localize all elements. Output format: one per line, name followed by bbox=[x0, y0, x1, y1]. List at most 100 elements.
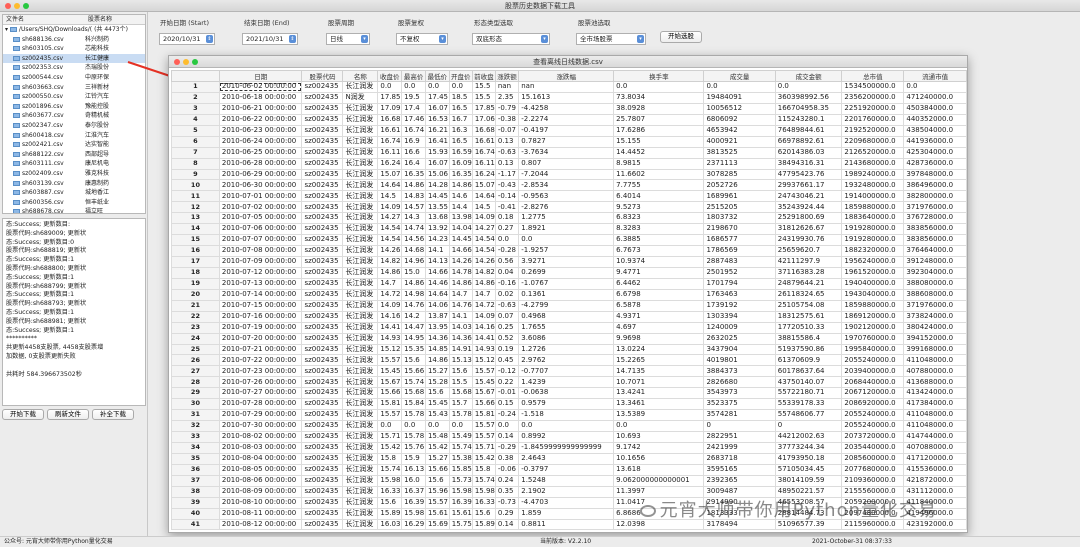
table-cell[interactable]: 15.6 bbox=[448, 365, 473, 378]
table-cell[interactable]: sz002435 bbox=[301, 113, 344, 126]
table-cell[interactable]: 2085600000.0 bbox=[841, 452, 905, 465]
table-cell[interactable]: 13.0224 bbox=[613, 343, 705, 356]
table-cell[interactable]: 388080000.0 bbox=[903, 277, 967, 290]
table-cell[interactable]: 14.26 bbox=[448, 256, 473, 268]
row-number[interactable]: 9 bbox=[171, 168, 220, 181]
table-cell[interactable]: 14.27 bbox=[377, 212, 403, 225]
table-cell[interactable]: 383856000.0 bbox=[903, 234, 967, 247]
table-cell[interactable]: 长江润发 bbox=[342, 398, 379, 411]
row-number[interactable]: 34 bbox=[171, 441, 220, 454]
table-cell[interactable]: sz002435 bbox=[301, 420, 344, 432]
row-number[interactable]: 23 bbox=[171, 321, 220, 334]
table-cell[interactable]: 1786569 bbox=[703, 245, 776, 257]
table-cell[interactable]: 18312575.61 bbox=[774, 310, 843, 323]
table-cell[interactable]: 1859880000.0 bbox=[841, 201, 905, 214]
table-cell[interactable]: 14.54 bbox=[377, 223, 403, 236]
table-cell[interactable]: 0.0 bbox=[424, 420, 450, 432]
table-cell[interactable]: 3574281 bbox=[703, 409, 776, 422]
table-cell[interactable]: 2067120000.0 bbox=[841, 387, 905, 400]
table-cell[interactable]: 15.42 bbox=[471, 452, 496, 465]
table-cell[interactable]: sz002435 bbox=[301, 518, 344, 531]
table-cell[interactable]: 16.29 bbox=[401, 518, 426, 531]
table-cell[interactable]: 1961520000.0 bbox=[841, 266, 905, 279]
table-cell[interactable]: sz002435 bbox=[301, 398, 344, 411]
table-cell[interactable]: 15.35 bbox=[401, 343, 426, 356]
table-cell[interactable]: 2371113 bbox=[703, 157, 776, 170]
table-row[interactable]: 4 2010-06-22 00:00:00 sz002435 长江润发 16.68 17.… bbox=[171, 113, 967, 126]
table-cell[interactable]: 9.062000000000001 bbox=[613, 474, 705, 487]
table-cell[interactable]: 0.19 bbox=[494, 343, 520, 356]
table-row[interactable]: 11 2010-07-01 00:00:00 sz002435 长江润发 14.5 14.… bbox=[171, 190, 967, 203]
table-cell[interactable]: 14.76 bbox=[448, 299, 473, 312]
table-cell[interactable]: 440352000.0 bbox=[903, 113, 967, 126]
table-cell[interactable]: 13.618 bbox=[613, 463, 705, 476]
row-number[interactable]: 7 bbox=[171, 146, 220, 159]
table-cell[interactable]: 2010-08-09 00:00:00 bbox=[218, 485, 303, 498]
table-cell[interactable]: 0.0 bbox=[377, 81, 403, 93]
table-cell[interactable]: 长江润发 bbox=[342, 518, 379, 531]
table-cell[interactable]: N润发 bbox=[342, 91, 379, 104]
table-cell[interactable]: 14.46 bbox=[424, 277, 450, 290]
table-cell[interactable]: 380424000.0 bbox=[903, 321, 967, 334]
table-cell[interactable]: 376728000.0 bbox=[903, 212, 967, 225]
table-cell[interactable]: 2010-07-01 00:00:00 bbox=[218, 190, 303, 203]
table-cell[interactable]: sz002435 bbox=[301, 288, 344, 301]
close-window-icon[interactable] bbox=[174, 59, 180, 65]
table-cell[interactable]: 17.85 bbox=[471, 102, 496, 115]
row-number[interactable]: 37 bbox=[171, 474, 220, 487]
row-number[interactable]: 26 bbox=[171, 354, 220, 367]
table-cell[interactable]: 14.16 bbox=[377, 310, 403, 323]
start-select-button[interactable]: 开始选股 bbox=[660, 31, 702, 43]
table-cell[interactable]: 2010-06-29 00:00:00 bbox=[218, 168, 303, 181]
table-cell[interactable]: 0.0 bbox=[903, 81, 967, 93]
table-cell[interactable]: 0.9579 bbox=[518, 398, 615, 411]
table-cell[interactable]: 14.76 bbox=[401, 299, 426, 312]
table-cell[interactable]: 长江润发 bbox=[342, 420, 379, 432]
table-cell[interactable]: 15.45 bbox=[471, 376, 496, 389]
table-cell[interactable]: 2055240000.0 bbox=[841, 420, 905, 432]
table-cell[interactable]: 2010-08-06 00:00:00 bbox=[218, 474, 303, 487]
table-cell[interactable]: 6.6798 bbox=[613, 288, 705, 301]
table-cell[interactable]: -0.0638 bbox=[518, 387, 615, 400]
table-cell[interactable]: 399168000.0 bbox=[903, 343, 967, 356]
table-cell[interactable]: 2010-07-06 00:00:00 bbox=[218, 223, 303, 236]
table-cell[interactable]: 1956240000.0 bbox=[841, 256, 905, 268]
table-cell[interactable]: 0.04 bbox=[494, 266, 520, 279]
data-viewer-window[interactable]: 查看离线日线数据.csv 日期 股票代码 名称 收盘价 最高价 最低价 开盘价 前收盘 涨跌额涨… bbox=[168, 55, 968, 533]
table-cell[interactable]: 15.48 bbox=[424, 431, 450, 443]
table-cell[interactable]: 16.9 bbox=[401, 135, 426, 148]
table-cell[interactable]: 60178637.64 bbox=[774, 365, 843, 378]
table-cell[interactable]: 0.7827 bbox=[518, 135, 615, 148]
table-cell[interactable]: 2010-06-18 00:00:00 bbox=[218, 91, 303, 104]
table-cell[interactable]: 16.39 bbox=[401, 496, 426, 509]
table-cell[interactable]: 14.09 bbox=[377, 299, 403, 312]
table-cell[interactable]: 414744000.0 bbox=[903, 431, 967, 443]
start-date-field[interactable]: 2020/10/31 ⇕ bbox=[159, 33, 215, 45]
table-cell[interactable]: 16.35 bbox=[448, 168, 473, 181]
table-cell[interactable]: 15.73 bbox=[448, 474, 473, 487]
table-cell[interactable]: 2010-07-16 00:00:00 bbox=[218, 310, 303, 323]
table-cell[interactable]: 16.13 bbox=[401, 463, 426, 476]
table-cell[interactable]: 16.68 bbox=[377, 113, 403, 126]
table-cell[interactable]: 2010-07-21 00:00:00 bbox=[218, 343, 303, 356]
table-cell[interactable]: 2201760000.0 bbox=[841, 113, 905, 126]
full-download-button[interactable]: 补全下载 bbox=[92, 409, 134, 420]
table-cell[interactable]: 长江润发 bbox=[342, 310, 379, 323]
file-tree-item[interactable]: sh603139.csv 康惠制药 bbox=[3, 179, 145, 189]
table-cell[interactable]: 0.0 bbox=[494, 234, 520, 247]
table-cell[interactable]: 73.8034 bbox=[613, 91, 705, 104]
column-header[interactable]: 换手率 bbox=[613, 70, 705, 82]
table-cell[interactable]: 0.0 bbox=[377, 420, 403, 432]
table-cell[interactable]: 471240000.0 bbox=[903, 91, 967, 104]
file-tree-item[interactable]: sz001896.csv 豫能控股 bbox=[3, 102, 145, 112]
table-cell[interactable]: 2035440000.0 bbox=[841, 441, 905, 454]
chevron-down-icon[interactable]: ▾ bbox=[361, 35, 368, 43]
table-cell[interactable]: 14.54 bbox=[377, 234, 403, 247]
table-cell[interactable]: 13.92 bbox=[424, 223, 450, 236]
table-row[interactable]: 22 2010-07-16 00:00:00 sz002435 长江润发 14.16 14… bbox=[171, 310, 967, 323]
table-cell[interactable]: 441936000.0 bbox=[903, 135, 967, 148]
table-cell[interactable]: 16.5 bbox=[448, 135, 473, 148]
table-cell[interactable]: 2010-07-22 00:00:00 bbox=[218, 354, 303, 367]
table-cell[interactable]: 15.66 bbox=[401, 365, 426, 378]
table-cell[interactable]: 14.72 bbox=[471, 299, 496, 312]
